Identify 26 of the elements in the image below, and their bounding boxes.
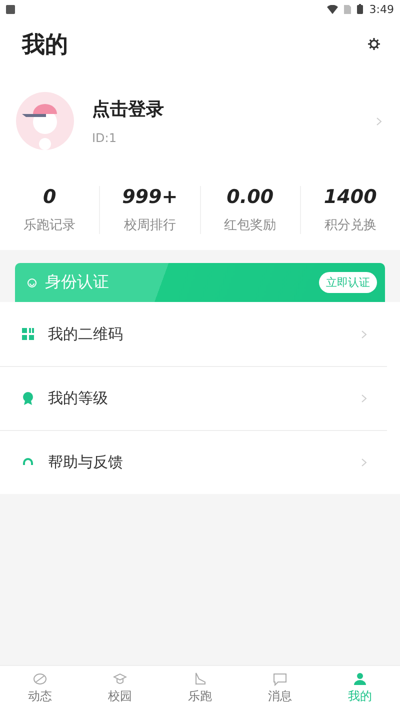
verify-banner[interactable]: 身份认证 立即认证 bbox=[15, 263, 385, 302]
status-time: 3:49 bbox=[369, 2, 394, 16]
stat-label[interactable]: 红包奖励 bbox=[224, 216, 276, 234]
menu-label: 我的等级 bbox=[48, 389, 109, 408]
user-id: ID:1 bbox=[92, 131, 118, 145]
stat-value: 999+ bbox=[122, 186, 178, 208]
stat-value: 1400 bbox=[324, 186, 377, 208]
menu-label: 帮助与反馈 bbox=[48, 453, 124, 472]
menu-label: 我的二维码 bbox=[48, 324, 124, 344]
page-title: 我的 bbox=[22, 30, 68, 60]
nav-tab[interactable]: 我的 bbox=[320, 666, 400, 711]
nav-tab[interactable]: 动态 bbox=[0, 666, 80, 711]
stat-value: 0.00 bbox=[226, 186, 274, 208]
verify-button[interactable]: 立即认证 bbox=[319, 272, 377, 293]
menu-item[interactable]: 我的等级 bbox=[0, 366, 387, 430]
menu-item[interactable]: 我的二维码 bbox=[0, 302, 387, 366]
login-link[interactable]: 点击登录 bbox=[92, 97, 358, 121]
menu-item[interactable]: 帮助与反馈 bbox=[0, 430, 387, 494]
stat-label[interactable]: 乐跑记录 bbox=[24, 216, 76, 234]
nav-tab[interactable]: 消息 bbox=[240, 666, 320, 711]
banner-title: 身份认证 bbox=[45, 272, 110, 293]
nav-tab[interactable]: 校园 bbox=[80, 666, 160, 711]
stat-value: 0 bbox=[43, 186, 56, 208]
stat-label[interactable]: 积分兑换 bbox=[324, 216, 376, 234]
nav-tab[interactable]: 乐跑 bbox=[160, 666, 240, 711]
stat-label[interactable]: 校周排行 bbox=[124, 216, 176, 234]
